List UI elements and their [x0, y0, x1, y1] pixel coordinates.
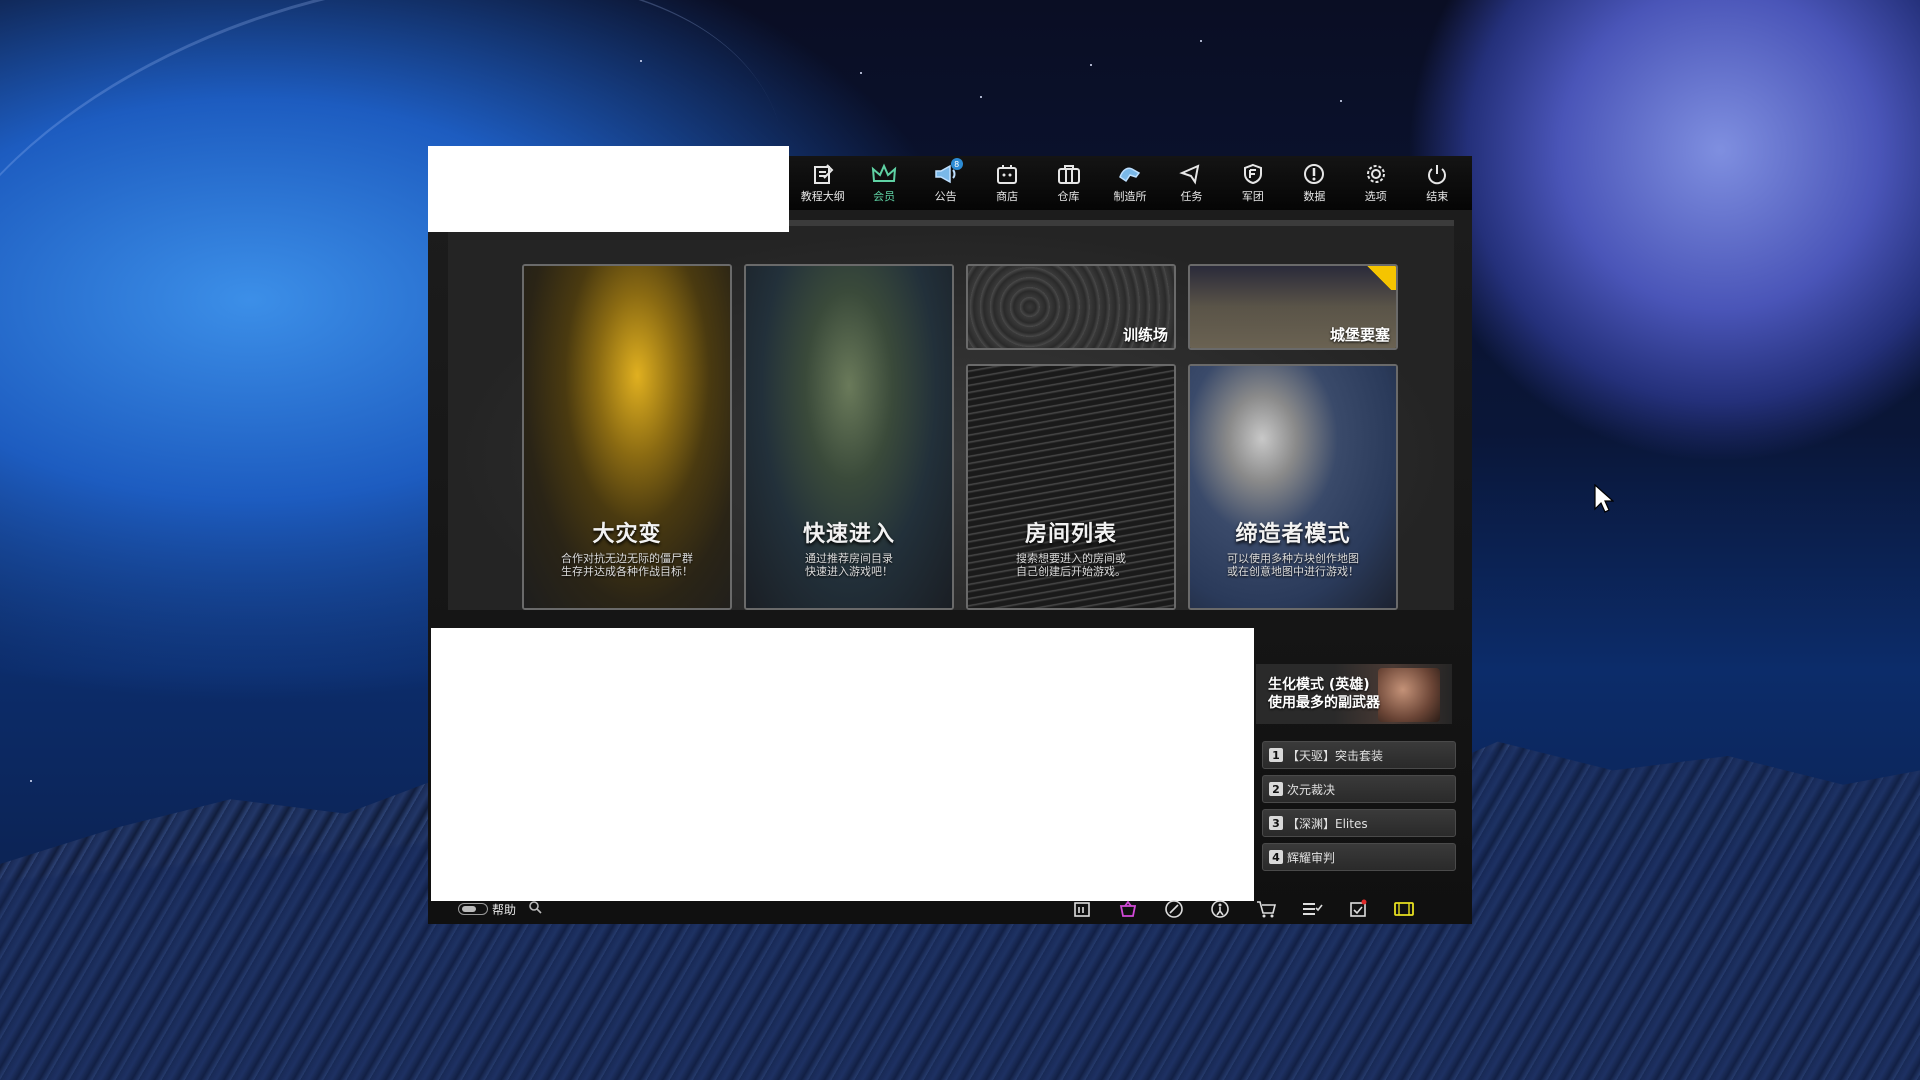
nav-tutorial[interactable]: 教程大纲: [793, 158, 853, 208]
nav-label: 仓库: [1057, 190, 1080, 203]
nav-label: 结束: [1426, 190, 1449, 203]
mode-card-quick-join[interactable]: 快速进入 通过推荐房间目录 快速进入游戏吧！: [744, 264, 954, 610]
mode-description: 搜索想要进入的房间或 自己创建后开始游戏。: [1016, 552, 1126, 578]
mode-title: 大灾变: [592, 522, 662, 547]
mode-title: 缔造者模式: [1235, 522, 1351, 547]
gear-icon: [1363, 162, 1389, 186]
weapon-rank-row[interactable]: 3 【深渊】Elites: [1262, 809, 1456, 837]
nav-mission[interactable]: 任务: [1161, 158, 1221, 208]
mission-icon: [1178, 162, 1204, 186]
nav-inventory[interactable]: 仓库: [1039, 158, 1099, 208]
mode-label: 城堡要塞: [1329, 326, 1390, 344]
banner-line1: 生化模式 (英雄): [1268, 677, 1370, 693]
inventory-icon: [1056, 162, 1082, 186]
weapon-rank-row[interactable]: 4 辉耀审判: [1262, 843, 1456, 871]
nav-shop[interactable]: 商店: [977, 158, 1037, 208]
nav-label: 会员: [873, 190, 896, 203]
nav-label: 数据: [1303, 190, 1326, 203]
rank-number: 4: [1269, 850, 1283, 864]
weapon-rank-row[interactable]: 2 次元裁决: [1262, 775, 1456, 803]
corner-tag: [1362, 266, 1396, 290]
notification-badge: 8: [950, 158, 963, 170]
calendar-icon[interactable]: [1070, 897, 1094, 921]
shop-icon: [994, 162, 1020, 186]
mode-label: 训练场: [1122, 326, 1168, 344]
nav-label: 教程大纲: [800, 190, 845, 203]
mode-title: 快速进入: [802, 522, 895, 547]
mode-card-room-list[interactable]: 房间列表 搜索想要进入的房间或 自己创建后开始游戏。: [966, 364, 1176, 610]
megaphone-icon: 8: [933, 158, 963, 186]
weapon-name: 辉耀审判: [1287, 850, 1336, 865]
nav-data[interactable]: 数据: [1284, 158, 1344, 208]
rank-number: 3: [1269, 816, 1283, 830]
weapon-rank-row[interactable]: 1 【天驱】突击套装: [1262, 741, 1456, 769]
nav-announcement[interactable]: 8 公告: [916, 158, 976, 208]
nav-member[interactable]: 会员: [854, 158, 914, 208]
bottom-toolbar: [1070, 896, 1416, 922]
weapon-name: 次元裁决: [1287, 782, 1336, 797]
rank-number: 1: [1269, 748, 1283, 762]
top-navigation: 教程大纲 会员 8 公告 商店 仓库 制造所 任务 军团 数据 选项 结束: [788, 156, 1472, 210]
data-icon: [1301, 162, 1327, 186]
hero-portrait: [1378, 668, 1440, 722]
power-icon: [1424, 162, 1450, 186]
mode-description: 通过推荐房间目录 快速进入游戏吧！: [805, 552, 893, 578]
nav-label: 公告: [934, 190, 957, 203]
mode-card-castle[interactable]: 城堡要塞: [1188, 264, 1398, 350]
crown-icon: [871, 162, 897, 186]
help-label: 帮助: [492, 902, 517, 917]
checklist-icon[interactable]: [1346, 897, 1370, 921]
nav-label: 商店: [996, 190, 1019, 203]
banner-line2: 使用最多的副武器: [1268, 695, 1380, 711]
mode-card-creator[interactable]: 缔造者模式 可以使用多种方块创作地图 或在创意地图中进行游戏！: [1188, 364, 1398, 610]
nav-options[interactable]: 选项: [1346, 158, 1406, 208]
nav-label: 任务: [1180, 190, 1203, 203]
redacted-region: [431, 628, 1254, 901]
ticket-icon[interactable]: [1392, 897, 1416, 921]
mode-description: 可以使用多种方块创作地图 或在创意地图中进行游戏！: [1227, 552, 1359, 578]
nav-exit[interactable]: 结束: [1407, 158, 1467, 208]
help-toggle[interactable]: [458, 903, 488, 915]
clan-icon: [1240, 162, 1266, 186]
weapon-ranking-banner: 生化模式 (英雄) 使用最多的副武器: [1256, 664, 1452, 724]
nav-label: 选项: [1364, 190, 1387, 203]
mode-card-training[interactable]: 训练场: [966, 264, 1176, 350]
tutorial-icon: [810, 162, 836, 186]
nav-clan[interactable]: 军团: [1223, 158, 1283, 208]
weapon-name: 【深渊】Elites: [1287, 816, 1368, 831]
nav-label: 军团: [1241, 190, 1264, 203]
nav-crafting[interactable]: 制造所: [1100, 158, 1160, 208]
crafting-icon: [1117, 162, 1143, 186]
weapon-name: 【天驱】突击套装: [1287, 748, 1384, 763]
search-icon[interactable]: [528, 900, 542, 918]
bottom-bar: 帮助: [450, 896, 1452, 922]
mouse-cursor-icon: [1594, 483, 1615, 518]
mode-card-zombie[interactable]: 大灾变 合作对抗无边无际的僵尸群 生存并达成各种作战目标！: [522, 264, 732, 610]
cart-icon[interactable]: [1254, 897, 1278, 921]
toggle-knob: [462, 906, 476, 912]
mode-title: 房间列表: [1024, 522, 1117, 547]
rank-number: 2: [1269, 782, 1283, 796]
nav-label: 制造所: [1113, 190, 1147, 203]
mode-description: 合作对抗无边无际的僵尸群 生存并达成各种作战目标！: [561, 552, 693, 578]
basket-icon[interactable]: [1116, 897, 1140, 921]
list-icon[interactable]: [1300, 897, 1324, 921]
redacted-region: [428, 146, 789, 232]
accessibility-icon[interactable]: [1208, 897, 1232, 921]
compass-icon[interactable]: [1162, 897, 1186, 921]
